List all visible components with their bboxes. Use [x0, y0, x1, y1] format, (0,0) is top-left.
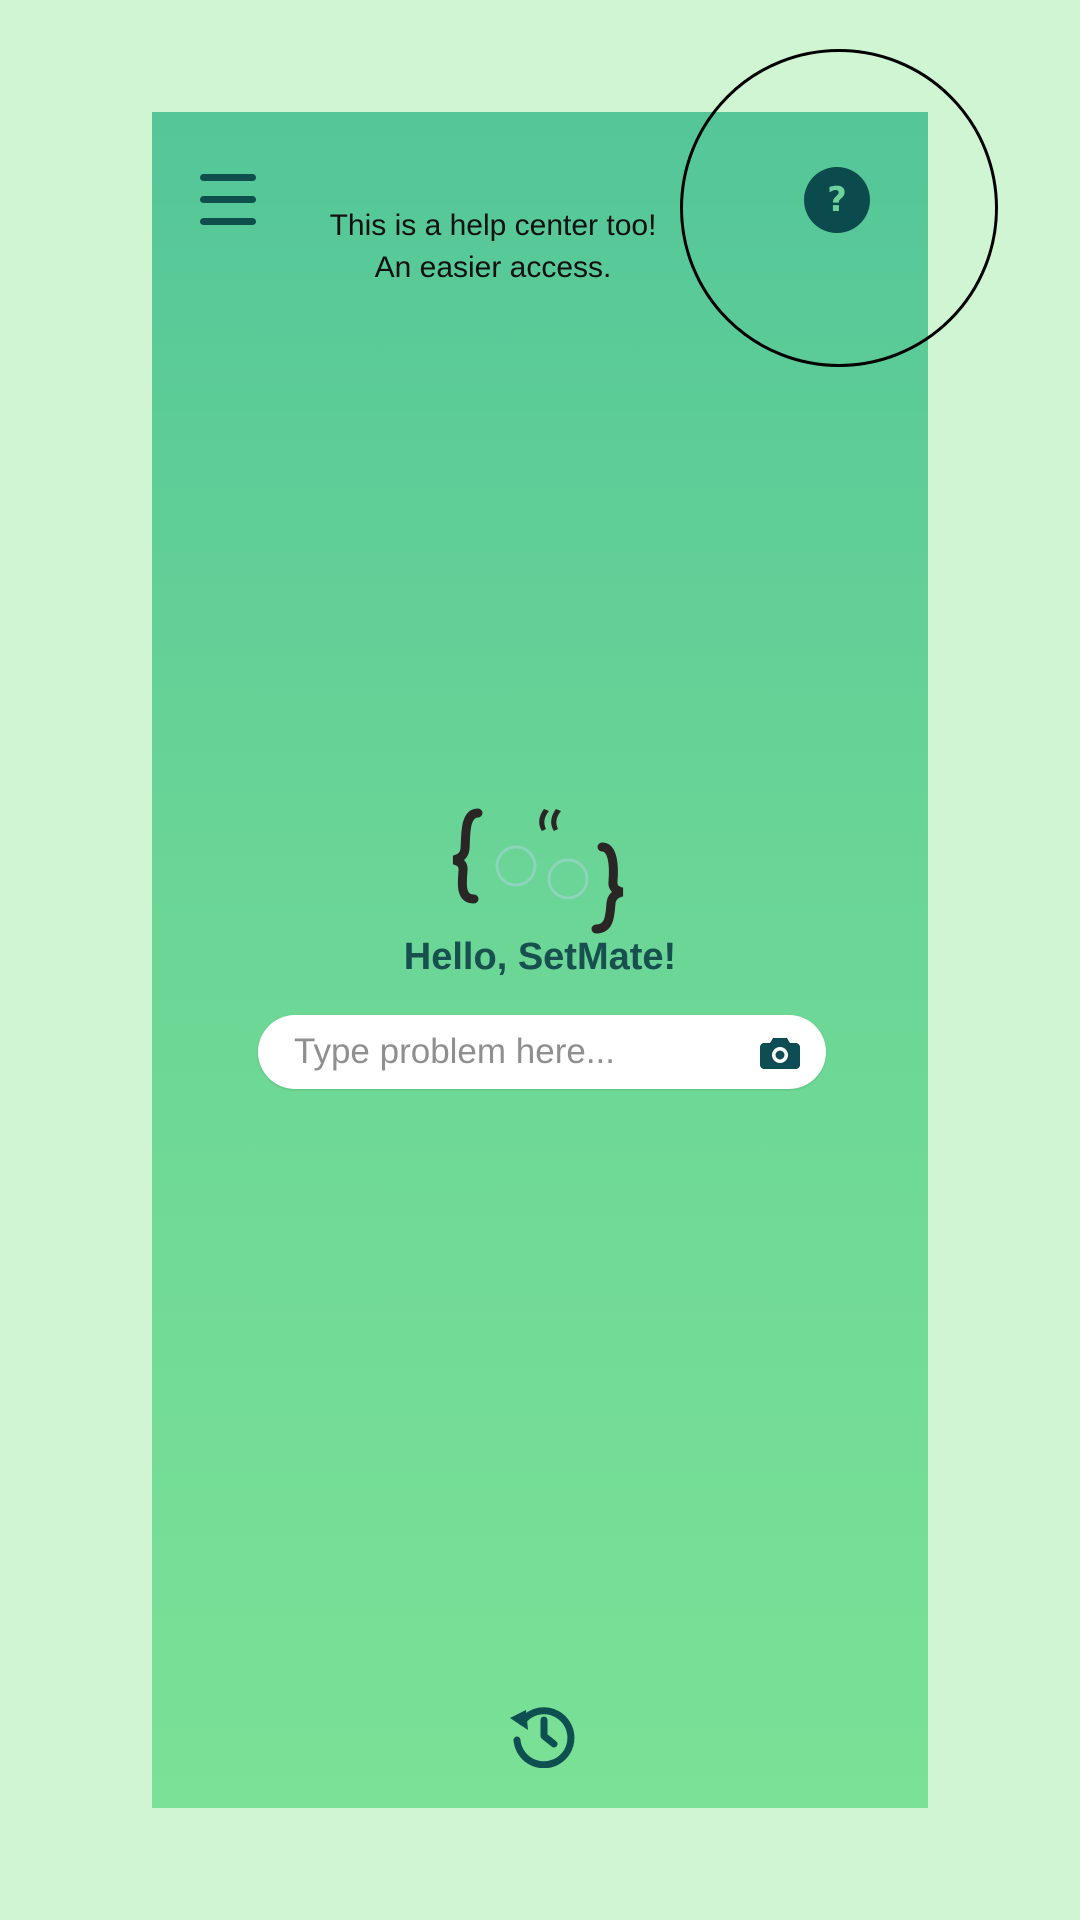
menu-bar: [200, 174, 256, 181]
menu-bar: [200, 218, 256, 225]
help-highlight-circle: [680, 49, 998, 367]
camera-icon[interactable]: [760, 1035, 800, 1069]
problem-input[interactable]: [294, 1015, 734, 1089]
problem-search-bar[interactable]: [258, 1015, 826, 1089]
greeting-title: Hello, SetMate!: [403, 936, 677, 978]
history-icon[interactable]: [508, 1700, 576, 1768]
hamburger-menu-icon[interactable]: [198, 172, 258, 228]
setmate-logo: [452, 808, 624, 934]
help-tooltip-text: This is a help center too! An easier acc…: [329, 209, 657, 284]
menu-bar: [200, 196, 256, 203]
